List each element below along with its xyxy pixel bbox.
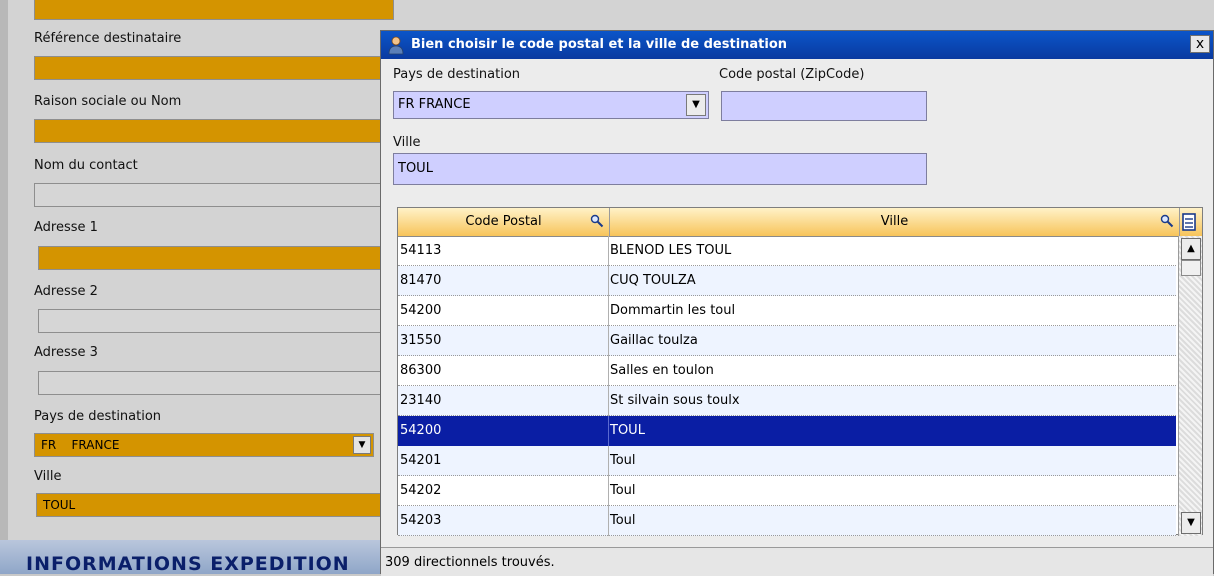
code-postal-input[interactable] [721, 91, 927, 121]
label-pays: Pays de destination [34, 409, 162, 424]
cell-ville: St silvain sous toulx [610, 393, 740, 408]
pays-destination-select[interactable]: FR FRANCE ▼ [393, 91, 709, 119]
cell-code-postal: 86300 [400, 363, 442, 378]
cell-code-postal: 54201 [400, 453, 442, 468]
adresse3-field[interactable] [38, 371, 398, 395]
scroll-down-button[interactable]: ▼ [1181, 512, 1201, 534]
adresse2-field[interactable] [38, 309, 398, 333]
label-ville: Ville [393, 135, 421, 150]
dialog-titlebar[interactable]: Bien choisir le code postal et la ville … [381, 31, 1213, 59]
top-field[interactable] [34, 0, 394, 20]
cell-ville: Salles en toulon [610, 363, 714, 378]
table-header: Code Postal Ville [398, 208, 1202, 237]
column-chooser-icon[interactable] [1180, 212, 1198, 232]
label-code-postal: Code postal (ZipCode) [719, 67, 865, 82]
table-body: 54113 BLENOD LES TOUL 81470 CUQ TOULZA 542… [398, 236, 1176, 536]
search-icon[interactable] [1160, 214, 1174, 228]
status-text: 309 directionnels trouvés. [385, 555, 555, 570]
cell-code-postal: 23140 [400, 393, 442, 408]
postal-code-dialog: Bien choisir le code postal et la ville … [380, 30, 1214, 576]
table-row-selected[interactable]: 54200 TOUL [398, 416, 1176, 446]
pays-value: FR FRANCE [41, 438, 120, 452]
cell-code-postal: 54200 [400, 423, 442, 438]
nom-contact-field[interactable] [34, 183, 394, 207]
column-header-code-postal[interactable]: Code Postal [398, 208, 610, 236]
ref-destinataire-field[interactable] [34, 56, 394, 80]
cell-code-postal: 54113 [400, 243, 442, 258]
column-header-ville[interactable]: Ville [610, 208, 1180, 236]
scroll-thumb[interactable] [1181, 260, 1201, 276]
ville-input[interactable]: TOUL [393, 153, 927, 185]
label-raison-sociale: Raison sociale ou Nom [34, 94, 182, 109]
chevron-down-icon[interactable]: ▼ [686, 94, 706, 116]
user-icon [388, 36, 404, 55]
cell-ville: Toul [610, 513, 636, 528]
close-button[interactable]: x [1190, 35, 1210, 53]
table-row[interactable]: 54203 Toul [398, 506, 1176, 536]
ville-field[interactable]: TOUL [36, 493, 388, 517]
cell-code-postal: 54200 [400, 303, 442, 318]
cell-code-postal: 54203 [400, 513, 442, 528]
table-row[interactable]: 54113 BLENOD LES TOUL [398, 236, 1176, 266]
cell-ville: BLENOD LES TOUL [610, 243, 732, 258]
cell-ville: CUQ TOULZA [610, 273, 696, 288]
cell-ville: Toul [610, 453, 636, 468]
adresse1-field[interactable] [38, 246, 398, 270]
table-row[interactable]: 54201 Toul [398, 446, 1176, 476]
cell-code-postal: 54202 [400, 483, 442, 498]
cell-ville: Toul [610, 483, 636, 498]
label-adresse1: Adresse 1 [34, 220, 98, 235]
dialog-title: Bien choisir le code postal et la ville … [411, 37, 788, 52]
label-nom-contact: Nom du contact [34, 158, 138, 173]
table-row[interactable]: 54200 Dommartin les toul [398, 296, 1176, 326]
label-ref-destinataire: Référence destinataire [34, 31, 182, 46]
column-header-code-postal-label: Code Postal [465, 214, 542, 229]
cell-code-postal: 31550 [400, 333, 442, 348]
label-pays-destination: Pays de destination [393, 67, 521, 82]
label-adresse2: Adresse 2 [34, 284, 98, 299]
cell-code-postal: 81470 [400, 273, 442, 288]
ville-value: TOUL [43, 498, 76, 512]
cell-ville: TOUL [610, 423, 645, 438]
label-adresse3: Adresse 3 [34, 345, 98, 360]
table-row[interactable]: 54202 Toul [398, 476, 1176, 506]
table-row[interactable]: 86300 Salles en toulon [398, 356, 1176, 386]
chevron-down-icon[interactable]: ▼ [353, 436, 371, 454]
ville-input-value: TOUL [398, 161, 433, 176]
raison-sociale-field[interactable] [34, 119, 394, 143]
label-ville: Ville [34, 469, 62, 484]
status-bar: 309 directionnels trouvés. [381, 547, 1213, 576]
table-row[interactable]: 31550 Gaillac toulza [398, 326, 1176, 356]
cell-ville: Gaillac toulza [610, 333, 698, 348]
pays-destination-value: FR FRANCE [398, 97, 471, 112]
cell-ville: Dommartin les toul [610, 303, 736, 318]
results-table: Code Postal Ville 54113 BLENOD LES TOUL [397, 207, 1203, 536]
pays-select[interactable]: FR FRANCE ▼ [34, 433, 374, 457]
table-row[interactable]: 23140 St silvain sous toulx [398, 386, 1176, 416]
section-title: INFORMATIONS EXPEDITION [26, 553, 350, 575]
search-icon[interactable] [590, 214, 604, 228]
column-header-ville-label: Ville [880, 214, 909, 229]
vertical-scrollbar[interactable]: ▲ ▼ [1178, 236, 1202, 536]
scroll-up-button[interactable]: ▲ [1181, 238, 1201, 260]
table-row[interactable]: 81470 CUQ TOULZA [398, 266, 1176, 296]
